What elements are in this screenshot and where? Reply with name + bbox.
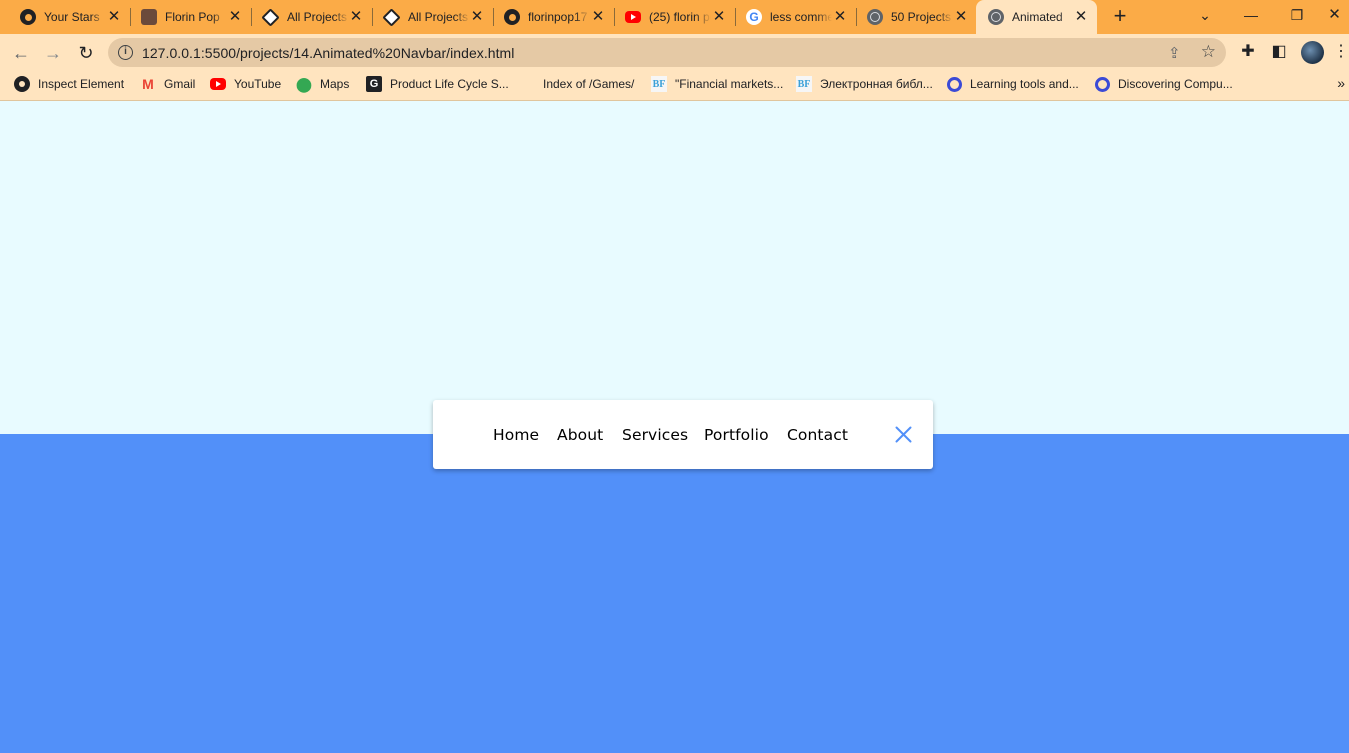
close-icon[interactable]: ✕ (832, 9, 848, 25)
tab-title: Florin Pop (165, 10, 220, 24)
bookmark-label: Электронная библ... (820, 77, 933, 91)
page-bottom-background (0, 434, 1349, 753)
globe-icon (867, 9, 883, 25)
more-bookmarks-chevron-icon[interactable]: » (1337, 75, 1345, 91)
page-top-background (0, 102, 1349, 434)
nav-link-contact[interactable]: Contact (787, 424, 848, 446)
tab[interactable]: G less comments ✕ (734, 0, 857, 34)
address-bar[interactable]: i 127.0.0.1:5500/projects/14.Animated%20… (108, 38, 1226, 67)
side-panel-icon[interactable]: ◧ (1269, 42, 1289, 62)
forward-arrow-icon[interactable]: → (40, 40, 66, 66)
nav-link-services[interactable]: Services (622, 424, 688, 446)
menu-kebab-icon[interactable]: ⋮ (1333, 42, 1349, 62)
youtube-icon (625, 11, 641, 23)
close-icon[interactable]: ✕ (106, 9, 122, 25)
bookmark-item[interactable]: Inspect Element (14, 71, 124, 97)
tab[interactable]: All Projects ✕ (371, 0, 494, 34)
close-icon[interactable]: ✕ (469, 9, 485, 25)
animated-navbar: Home About Services Portfolio Contact (433, 400, 933, 469)
tab-title: less comments (770, 10, 832, 24)
bookmark-item[interactable]: BF "Financial markets... (651, 71, 783, 97)
maps-pin-icon: ⬤ (296, 75, 312, 92)
youtube-icon (210, 78, 226, 90)
tab-title: florinpop17 (528, 10, 588, 24)
close-icon[interactable]: ✕ (227, 9, 243, 25)
tab[interactable]: Florin Pop ✕ (129, 0, 252, 34)
close-icon[interactable] (895, 426, 912, 443)
window-close-button[interactable]: ✕ (1320, 0, 1349, 30)
bookmark-label: YouTube (234, 77, 282, 91)
bookmark-label: Product Life Cycle S... (390, 77, 509, 91)
tab[interactable]: All Projects ✕ (250, 0, 373, 34)
tab[interactable]: 50 Projects ✕ (855, 0, 977, 34)
bookmark-item[interactable]: G Product Life Cycle S... (366, 71, 509, 97)
blank-page-icon (519, 76, 535, 92)
reload-icon[interactable]: ↻ (73, 40, 99, 66)
tab-title: (25) florin pop (649, 10, 711, 24)
back-arrow-icon[interactable]: ← (8, 40, 34, 66)
codepen-icon (261, 7, 280, 27)
toolbar: ← → ↻ i 127.0.0.1:5500/projects/14.Anima… (0, 34, 1349, 71)
globe-icon (988, 9, 1004, 25)
bookmark-item[interactable]: BF Электронная библ... (796, 71, 933, 97)
new-tab-button[interactable]: + (1108, 5, 1132, 29)
g-icon: G (366, 76, 382, 92)
avatar[interactable] (1301, 41, 1324, 64)
profile-photo-icon (141, 9, 157, 25)
bookmark-item[interactable]: Learning tools and... (947, 71, 1079, 97)
tab-search-chevron-icon[interactable]: ⌄ (1182, 0, 1228, 30)
tab[interactable]: florinpop17 ✕ (492, 0, 615, 34)
bf-icon: BF (651, 76, 667, 92)
close-icon[interactable]: ✕ (711, 9, 727, 25)
bookmark-item[interactable]: Index of /Games/ (519, 71, 634, 97)
tab-title: Animated (1012, 10, 1063, 24)
chrome-icon (14, 76, 30, 92)
github-icon (20, 9, 36, 25)
tab[interactable]: Your Stars ✕ (8, 0, 131, 34)
tab-active[interactable]: Animated ✕ (976, 0, 1097, 34)
tab-title: Your Stars (44, 10, 100, 24)
url-text[interactable]: 127.0.0.1:5500/projects/14.Animated%20Na… (142, 45, 514, 61)
extensions-puzzle-icon[interactable]: ✚ (1238, 42, 1258, 62)
nav-link-about[interactable]: About (557, 424, 603, 446)
quizlet-icon (947, 76, 962, 92)
nav-link-portfolio[interactable]: Portfolio (704, 424, 769, 446)
google-icon: G (746, 9, 762, 25)
bookmark-label: Index of /Games/ (543, 77, 635, 91)
minimize-button[interactable]: — (1228, 0, 1274, 30)
gmail-icon: M (142, 76, 154, 92)
quizlet-icon (1095, 76, 1110, 92)
bookmark-label: Inspect Element (38, 77, 125, 91)
bookmark-item[interactable]: ⬤ Maps (296, 71, 349, 97)
tab-title: All Projects (408, 10, 469, 24)
codepen-icon (382, 7, 401, 27)
bookmark-item[interactable]: Discovering Compu... (1095, 71, 1233, 97)
bookmark-label: Discovering Compu... (1118, 77, 1233, 91)
share-icon[interactable]: ⇪ (1168, 44, 1186, 62)
bookmark-item[interactable]: M Gmail (140, 71, 195, 97)
bookmark-label: "Financial markets... (675, 77, 784, 91)
tab[interactable]: (25) florin pop ✕ (613, 0, 736, 34)
close-icon[interactable]: ✕ (348, 9, 364, 25)
site-info-icon[interactable]: i (118, 45, 133, 60)
close-icon[interactable]: ✕ (590, 9, 606, 25)
bf-icon: BF (796, 76, 812, 92)
close-icon[interactable]: ✕ (1073, 9, 1089, 25)
bookmarks-bar: Inspect Element M Gmail YouTube ⬤ Maps G… (0, 71, 1349, 101)
tab-title: All Projects (287, 10, 348, 24)
bookmark-label: Maps (320, 77, 350, 91)
bookmark-label: Learning tools and... (970, 77, 1079, 91)
nav-link-home[interactable]: Home (493, 424, 539, 446)
github-icon (504, 9, 520, 25)
bookmark-item[interactable]: YouTube (210, 71, 281, 97)
tab-title: 50 Projects (891, 10, 952, 24)
restore-button[interactable]: ❐ (1274, 0, 1320, 30)
bookmark-label: Gmail (164, 77, 196, 91)
bookmark-star-icon[interactable]: ☆ (1201, 42, 1216, 62)
tab-strip: Your Stars ✕ Florin Pop ✕ All Projects ✕… (0, 0, 1349, 34)
close-icon[interactable]: ✕ (953, 9, 969, 25)
